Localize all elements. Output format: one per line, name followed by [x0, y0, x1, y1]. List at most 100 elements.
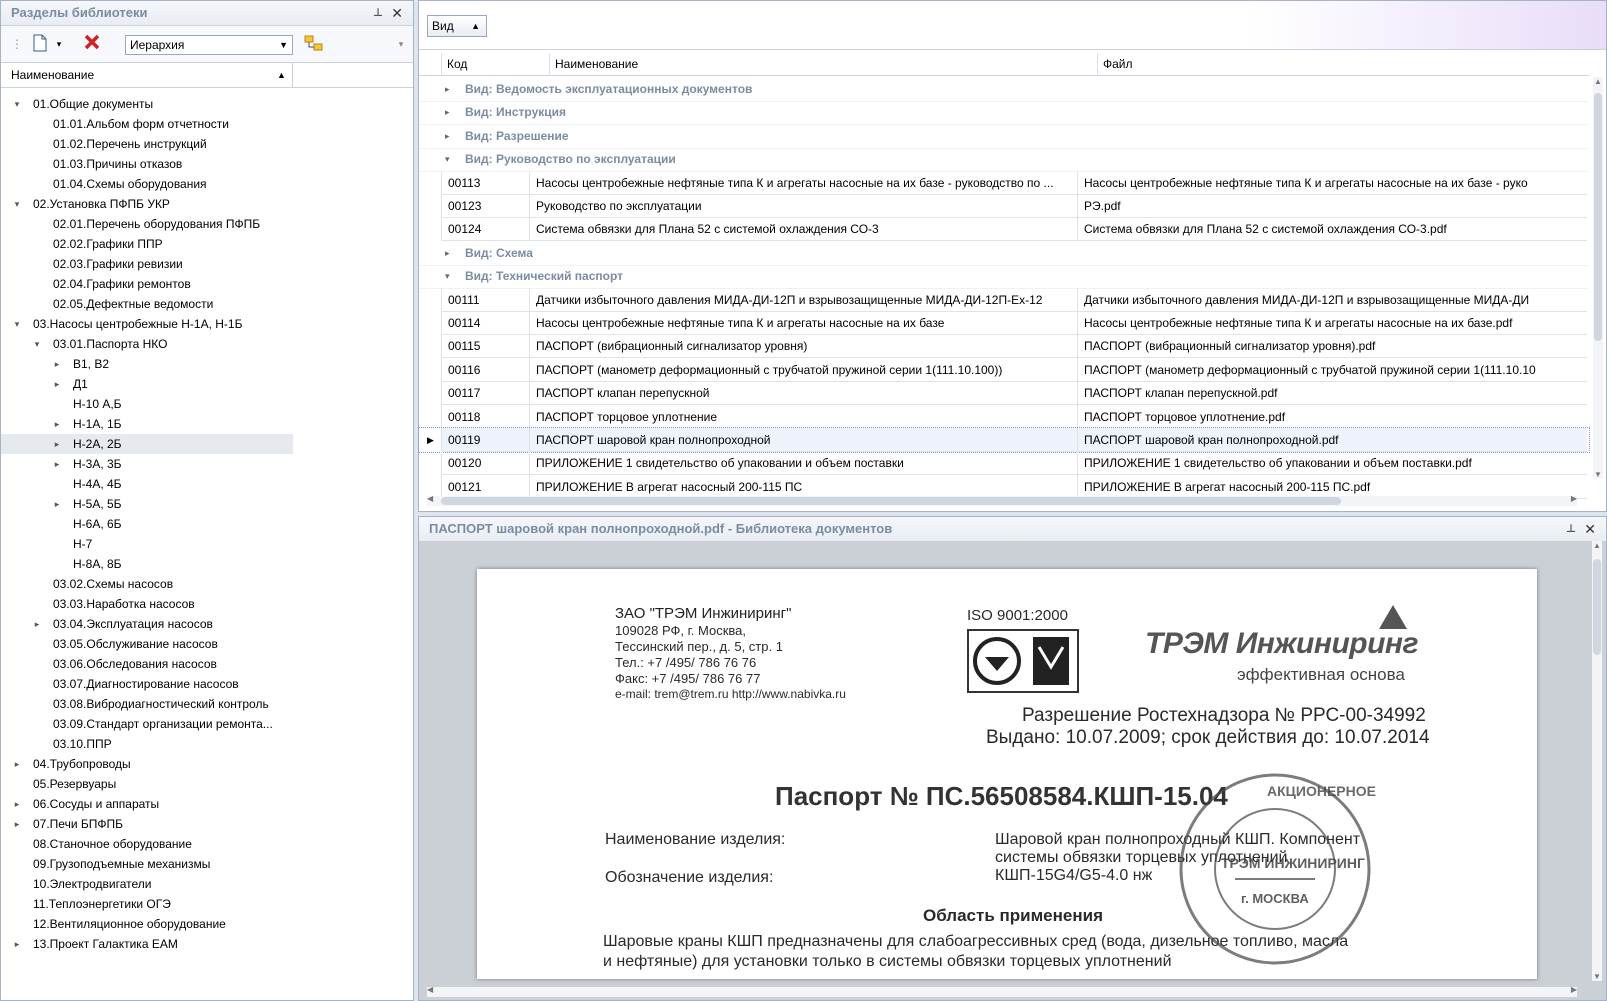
table-row[interactable]: 00114 Насосы центробежные нефтяные типа К… — [419, 311, 1589, 335]
scroll-up-icon[interactable]: ▲ — [1593, 541, 1601, 550]
cell-file[interactable]: РЭ.pdf — [1077, 194, 1587, 218]
cell-name[interactable]: Насосы центробежные нефтяные типа К и аг… — [529, 311, 1077, 335]
close-icon[interactable]: ✕ — [1584, 517, 1596, 541]
tree-node[interactable]: ▾ 02.Установка ПФПБ УКР — [1, 194, 401, 214]
new-document-button[interactable] — [29, 34, 51, 54]
tree-node[interactable]: ▾ 01.Общие документы — [1, 94, 401, 114]
scroll-down-icon[interactable]: ▼ — [1594, 470, 1602, 479]
collapse-arrow-icon[interactable]: ▾ — [11, 94, 23, 114]
toolbar-overflow-icon[interactable]: ▾ — [395, 34, 407, 54]
table-row[interactable]: 00117 ПАСПОРТ клапан перепускной ПАСПОРТ к… — [419, 381, 1589, 406]
expand-arrow-icon[interactable]: ▸ — [51, 434, 63, 454]
view-button[interactable]: Вид ▲ — [427, 15, 487, 37]
pin-icon[interactable]: ⊥ — [1566, 517, 1576, 541]
grid-horizontal-scrollbar[interactable]: ◀ ▶ — [427, 494, 1577, 506]
cell-name[interactable]: ПАСПОРТ клапан перепускной — [529, 381, 1077, 406]
expand-arrow-icon[interactable]: ▸ — [445, 124, 450, 148]
grid-vscroll-thumb[interactable] — [1594, 93, 1602, 341]
tree-node[interactable]: ▸ 13.Проект Галактика ЕАМ — [1, 934, 401, 954]
tree-node[interactable]: 11.Теплоэнергетики ОГЭ — [1, 894, 401, 914]
tree-node[interactable]: ▾ 03.01.Паспорта НКО — [1, 334, 401, 354]
group-row[interactable]: ▸ Вид: Ведомость эксплуатационных докумен… — [419, 77, 1589, 102]
tree-node[interactable]: 02.03.Графики ревизии — [1, 254, 401, 274]
tree-node[interactable]: ▸ Н-5А, 5Б — [1, 494, 401, 514]
cell-file[interactable]: ПРИЛОЖЕНИЕ 1 свидетельство об упаковании… — [1077, 451, 1587, 476]
cell-file[interactable]: Насосы центробежные нефтяные типа К и аг… — [1077, 170, 1587, 195]
collapse-arrow-icon[interactable]: ▾ — [31, 334, 43, 354]
tree-node[interactable]: ▸ Н-3А, 3Б — [1, 454, 401, 474]
expand-arrow-icon[interactable]: ▸ — [51, 494, 63, 514]
tree-node[interactable]: ▸ Н-1А, 1Б — [1, 414, 401, 434]
tree-node[interactable]: 02.01.Перечень оборудования ПФПБ — [1, 214, 401, 234]
tree-node[interactable]: 01.02.Перечень инструкций — [1, 134, 401, 154]
view-mode-combo[interactable]: Иерархия ▼ — [125, 35, 293, 55]
expand-arrow-icon[interactable]: ▸ — [51, 454, 63, 474]
tree-node[interactable]: ▸ 06.Сосуды и аппараты — [1, 794, 401, 814]
expand-arrow-icon[interactable]: ▸ — [445, 241, 450, 265]
group-row[interactable]: ▸ Вид: Схема — [419, 241, 1589, 266]
tree-node[interactable]: 08.Станочное оборудование — [1, 834, 401, 854]
cell-name[interactable]: Датчики избыточного давления МИДА-ДИ-12П… — [529, 287, 1077, 312]
group-row[interactable]: ▾ Вид: Технический паспорт — [419, 264, 1589, 290]
tree-node[interactable]: 01.03.Причины отказов — [1, 154, 401, 174]
close-icon[interactable]: ✕ — [391, 1, 403, 25]
collapse-arrow-icon[interactable]: ▾ — [11, 314, 23, 334]
table-row[interactable]: 00111 Датчики избыточного давления МИДА-Д… — [419, 287, 1589, 312]
cell-name[interactable]: ПАСПОРТ (манометр деформационный с трубч… — [529, 357, 1077, 382]
tree-node[interactable]: 03.07.Диагностирование насосов — [1, 674, 401, 694]
collapse-arrow-icon[interactable]: ▾ — [445, 147, 450, 171]
tree-node[interactable]: ▸ 07.Печи БПФПБ — [1, 814, 401, 834]
tree-node[interactable]: ▸ 03.04.Эксплуатация насосов — [1, 614, 401, 634]
cell-file[interactable]: Насосы центробежные нефтяные типа К и аг… — [1077, 311, 1587, 335]
scroll-up-icon[interactable]: ▲ — [1594, 77, 1602, 86]
cell-name[interactable]: Насосы центробежные нефтяные типа К и аг… — [529, 170, 1077, 195]
expand-arrow-icon[interactable]: ▸ — [51, 414, 63, 434]
pin-icon[interactable]: ⊥ — [373, 1, 383, 25]
document-viewport[interactable]: ЗАО "ТРЭМ Инжиниринг" 109028 РФ, г. Моск… — [419, 541, 1606, 1000]
grid-vertical-scrollbar[interactable]: ▲ ▼ — [1593, 77, 1603, 479]
tree-node[interactable]: 03.03.Наработка насосов — [1, 594, 401, 614]
new-dropdown-arrow-icon[interactable]: ▾ — [53, 34, 65, 54]
table-row[interactable]: 00113 Насосы центробежные нефтяные типа К… — [419, 170, 1589, 195]
tree-node[interactable]: 09.Грузоподъемные механизмы — [1, 854, 401, 874]
collapse-arrow-icon[interactable]: ▾ — [11, 194, 23, 214]
scroll-left-icon[interactable]: ◀ — [427, 494, 433, 503]
hierarchy-button[interactable] — [303, 34, 325, 54]
expand-arrow-icon[interactable]: ▸ — [445, 77, 450, 101]
cell-name[interactable]: Руководство по эксплуатации — [529, 194, 1077, 218]
tree-node[interactable]: 03.09.Стандарт организации ремонта... — [1, 714, 401, 734]
cell-name[interactable]: Система обвязки для Плана 52 с системой … — [529, 217, 1077, 242]
cell-file[interactable]: ПАСПОРТ (манометр деформационный с трубч… — [1077, 357, 1587, 382]
tree-node[interactable]: 03.05.Обслуживание насосов — [1, 634, 401, 654]
table-row[interactable]: 00123 Руководство по эксплуатации РЭ.pdf — [419, 194, 1589, 218]
expand-arrow-icon[interactable]: ▸ — [31, 614, 43, 634]
tree-node[interactable]: Н-10 А,Б — [1, 394, 401, 414]
tree-node[interactable]: 03.10.ППР — [1, 734, 401, 754]
table-row[interactable]: 00118 ПАСПОРТ торцовое уплотнение ПАСПОРТ … — [419, 404, 1589, 429]
column-name-header[interactable]: Наименование — [549, 53, 1097, 75]
tree-node[interactable]: 03.02.Схемы насосов — [1, 574, 401, 594]
cell-file[interactable]: ПАСПОРТ клапан перепускной.pdf — [1077, 381, 1587, 406]
tree-node[interactable]: 02.05.Дефектные ведомости — [1, 294, 401, 314]
tree-node[interactable]: 02.02.Графики ППР — [1, 234, 401, 254]
tree-node[interactable]: 12.Вентиляционное оборудование — [1, 914, 401, 934]
scroll-down-icon[interactable]: ▼ — [1593, 972, 1601, 981]
scroll-right-icon[interactable]: ▶ — [1571, 985, 1577, 994]
cell-file[interactable]: Система обвязки для Плана 52 с системой … — [1077, 217, 1587, 242]
expand-arrow-icon[interactable]: ▸ — [11, 794, 23, 814]
tree-node[interactable]: 02.04.Графики ремонтов — [1, 274, 401, 294]
expand-arrow-icon[interactable]: ▸ — [445, 100, 450, 124]
scroll-right-icon[interactable]: ▶ — [1571, 494, 1577, 503]
table-row[interactable]: 00124 Система обвязки для Плана 52 с сист… — [419, 217, 1589, 242]
cell-name[interactable]: ПАСПОРТ (вибрационный сигнализатор уровн… — [529, 334, 1077, 359]
tree-node[interactable]: 01.01.Альбом форм отчетности — [1, 114, 401, 134]
tree-node[interactable]: 05.Резервуары — [1, 774, 401, 794]
tree-node[interactable]: ▸ Н-2А, 2Б — [1, 434, 293, 454]
tree-node[interactable]: Н-6А, 6Б — [1, 514, 401, 534]
expand-arrow-icon[interactable]: ▸ — [11, 814, 23, 834]
table-row[interactable]: 00116 ПАСПОРТ (манометр деформационный с … — [419, 357, 1589, 382]
collapse-arrow-icon[interactable]: ▾ — [445, 264, 450, 288]
tree-node[interactable]: Н-7 — [1, 534, 401, 554]
tree-node[interactable]: ▸ Д1 — [1, 374, 401, 394]
grid-hscroll-thumb[interactable] — [441, 497, 1341, 505]
